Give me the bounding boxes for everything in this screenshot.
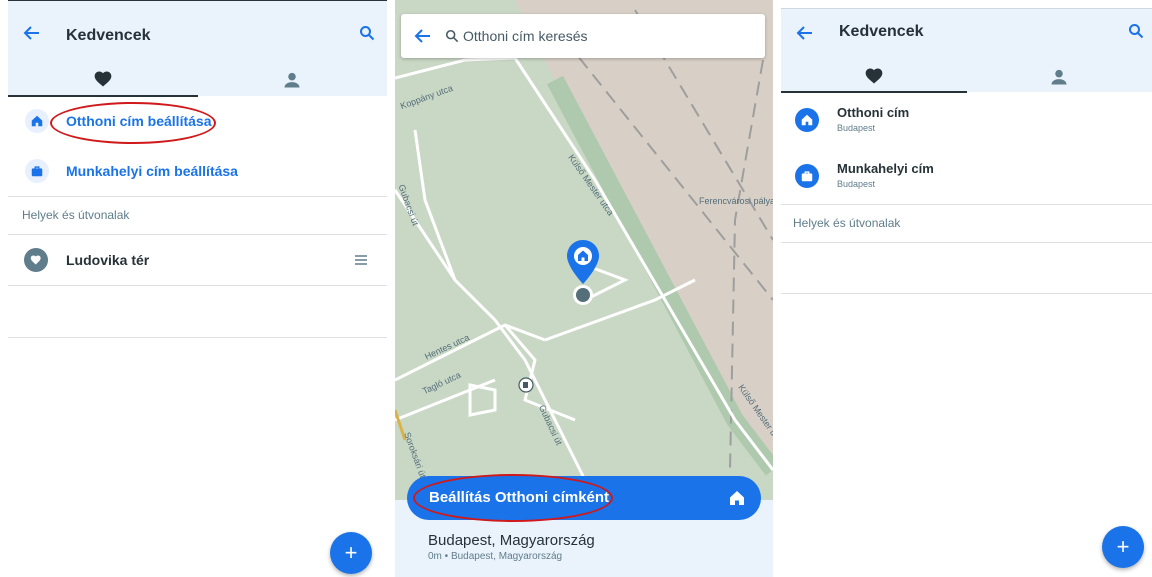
search-icon[interactable]	[359, 25, 375, 41]
divider	[8, 196, 387, 197]
favorites-screen-empty: Kedvencek Otthoni cím beállítása Munkahe…	[8, 0, 387, 577]
add-favorite-button[interactable]: +	[1102, 526, 1144, 568]
search-icon	[445, 29, 459, 43]
app-header: Kedvencek	[8, 0, 388, 97]
divider	[8, 285, 387, 286]
person-icon	[1051, 69, 1067, 85]
place-label: Ferencvárosi pálya	[699, 196, 773, 206]
page-title: Kedvencek	[66, 27, 151, 44]
divider	[781, 204, 1152, 205]
set-work-row[interactable]: Munkahelyi cím beállítása	[8, 146, 387, 196]
work-address-title: Munkahelyi cím	[837, 161, 934, 176]
search-bar[interactable]: Otthoni cím keresés	[401, 14, 765, 58]
location-dot	[573, 285, 593, 305]
home-address-subtitle: Budapest	[837, 123, 876, 133]
divider	[8, 337, 387, 338]
briefcase-icon	[25, 159, 49, 183]
annotation-circle	[50, 102, 216, 144]
section-title: Helyek és útvonalak	[22, 208, 130, 222]
place-title: Budapest, Magyarország	[428, 532, 595, 549]
heart-icon	[94, 71, 112, 87]
tab-profile[interactable]	[967, 61, 1152, 93]
heart-icon	[865, 68, 883, 84]
favorite-label: Ludovika tér	[66, 252, 150, 268]
set-work-link[interactable]: Munkahelyi cím beállítása	[66, 163, 238, 179]
person-icon	[284, 72, 300, 88]
home-address-title: Otthoni cím	[837, 105, 910, 120]
list-item[interactable]: Ludovika tér	[8, 235, 387, 285]
search-input[interactable]: Otthoni cím keresés	[463, 28, 588, 44]
back-arrow-icon[interactable]	[413, 26, 433, 46]
tab-favorites[interactable]	[8, 63, 198, 97]
tab-favorites[interactable]	[781, 61, 967, 93]
favorites-screen-filled: Kedvencek Otthoni cím Budapest Munkahely…	[781, 0, 1152, 577]
work-address-row[interactable]: Munkahelyi cím Budapest	[781, 148, 1152, 204]
favorite-heart-icon	[24, 248, 48, 272]
work-address-subtitle: Budapest	[837, 179, 876, 189]
home-icon	[730, 491, 744, 505]
tab-profile[interactable]	[198, 63, 388, 97]
map-pin-icon[interactable]	[565, 238, 601, 288]
page-title: Kedvencek	[839, 23, 924, 40]
briefcase-icon	[795, 164, 819, 188]
divider	[781, 293, 1152, 294]
back-arrow-icon[interactable]	[795, 23, 815, 43]
back-arrow-icon[interactable]	[22, 23, 42, 43]
drag-handle-icon[interactable]	[355, 255, 367, 265]
annotation-circle	[413, 474, 613, 522]
place-subtitle: 0m • Budapest, Magyarország	[428, 551, 563, 562]
home-icon	[795, 108, 819, 132]
set-home-map-screen: Koppány utca Külső Mester utca Külső Mes…	[395, 0, 773, 577]
app-header: Kedvencek	[781, 8, 1152, 93]
home-address-row[interactable]: Otthoni cím Budapest	[781, 92, 1152, 148]
home-icon	[25, 109, 49, 133]
add-favorite-button[interactable]: +	[330, 532, 372, 574]
section-title: Helyek és útvonalak	[793, 216, 901, 230]
search-icon[interactable]	[1128, 23, 1144, 39]
divider	[781, 242, 1152, 243]
